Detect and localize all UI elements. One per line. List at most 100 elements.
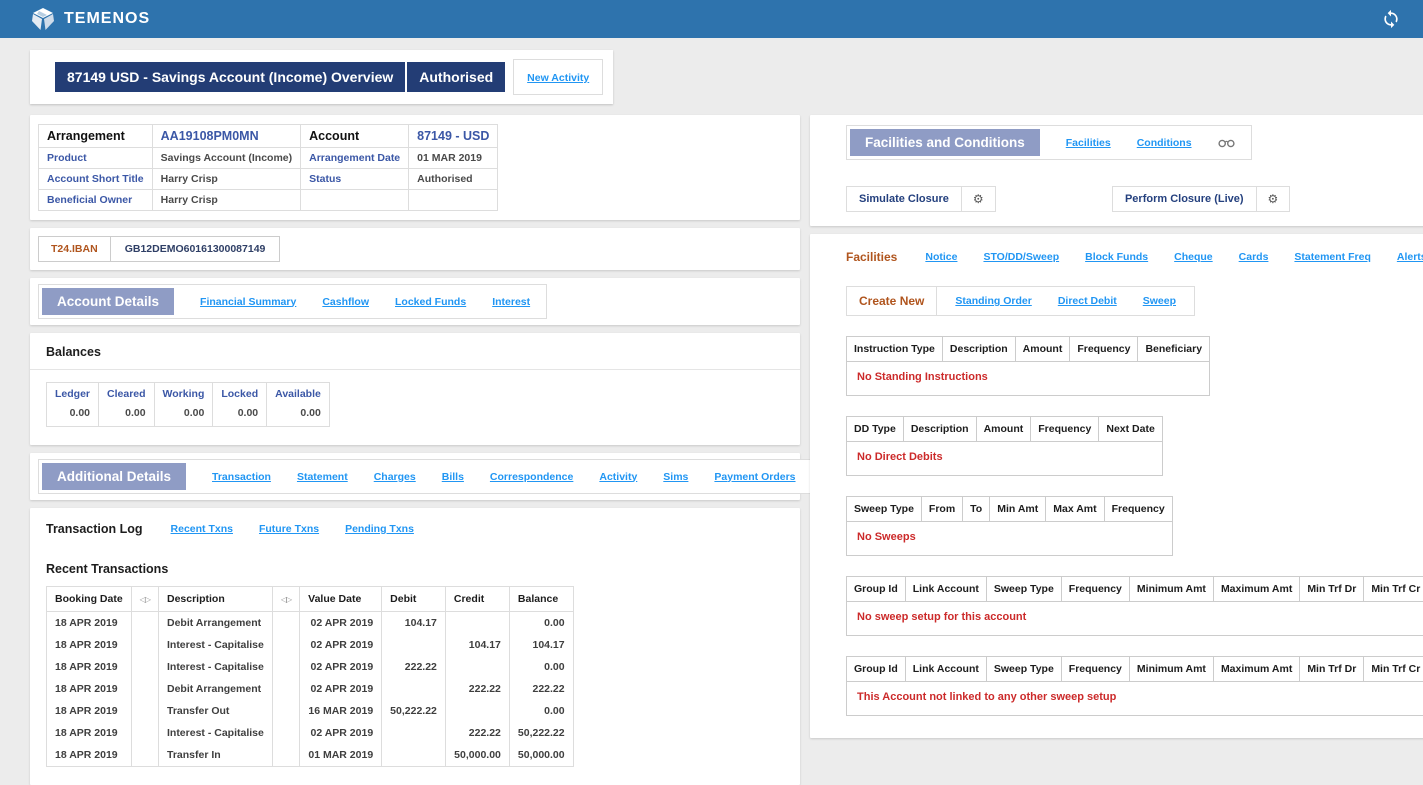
txn-debit [382,744,446,767]
arrangement-field-value: Harry Crisp [152,169,300,190]
column-resize-icon[interactable]: ◁▷ [131,587,158,612]
facility-col-header: Amount [1015,337,1070,362]
account-details-link-cashflow[interactable]: Cashflow [322,296,369,308]
facilities-links: Notice STO/DD/Sweep Block Funds Cheque Cards… [925,251,1423,263]
empty-message: No Standing Instructions [847,362,1210,396]
facility-link-notice[interactable]: Notice [925,251,957,263]
txn-description: Transfer In [158,744,272,767]
additional-details-tab-correspondence[interactable]: Correspondence [490,471,573,483]
facility-link-cards[interactable]: Cards [1239,251,1269,263]
txn-debit: 104.17 [382,612,446,635]
txn-filter-future-txns[interactable]: Future Txns [259,523,319,535]
panel-link-facilities[interactable]: Facilities [1066,137,1111,149]
facility-col-header: Link Account [905,577,986,602]
temenos-brand: TEMENOS [30,7,150,31]
account-details-link-locked-funds[interactable]: Locked Funds [395,296,466,308]
additional-details-tab-payment-orders[interactable]: Payment Orders [714,471,795,483]
facility-col-header: Beneficiary [1138,337,1210,362]
additional-details-tab-transaction[interactable]: Transaction [212,471,271,483]
facility-link-alerts[interactable]: Alerts [1397,251,1423,263]
txn-value-date: 02 APR 2019 [300,656,382,678]
top-header-bar: TEMENOS [0,0,1423,38]
account-details-header-box: Account Details Financial SummaryCashflo… [38,284,547,319]
divider [30,369,800,370]
additional-details-tab-sims[interactable]: Sims [663,471,688,483]
additional-details-header-box: Additional Details TransactionStatementC… [38,459,892,494]
panel-link-conditions[interactable]: Conditions [1137,137,1192,149]
facility-table-message-row: No Standing Instructions [847,362,1210,396]
create-new-link-direct-debit[interactable]: Direct Debit [1058,295,1117,307]
simulate-closure-button[interactable]: Simulate Closure ⚙ [846,186,996,212]
transactions-header-row: Booking Date◁▷Description◁▷Value DateDeb… [47,587,574,612]
facility-link-block-funds[interactable]: Block Funds [1085,251,1148,263]
additional-details-tab-charges[interactable]: Charges [374,471,416,483]
txn-col-header: Balance [509,587,573,612]
txn-filter-pending-txns[interactable]: Pending Txns [345,523,414,535]
gear-icon[interactable]: ⚙ [961,187,995,211]
empty-message: This Account not linked to any other swe… [847,682,1423,716]
txn-spacer [272,700,299,722]
additional-details-tab-activity[interactable]: Activity [599,471,637,483]
create-new-link-sweep[interactable]: Sweep [1143,295,1176,307]
txn-description: Debit Arrangement [158,612,272,635]
facility-col-header: Group Id [847,577,906,602]
facility-col-header: Min Trf Dr [1300,657,1364,682]
txn-spacer [131,678,158,700]
txn-spacer [272,612,299,635]
facility-tables: Instruction TypeDescriptionAmountFrequen… [846,336,1423,716]
txn-spacer [272,744,299,767]
column-resize-icon[interactable]: ◁▷ [272,587,299,612]
gear-icon[interactable]: ⚙ [1256,187,1290,211]
facility-col-header: Min Trf Dr [1300,577,1364,602]
facility-table-message-row: No Sweeps [847,522,1173,556]
binoculars-icon[interactable] [1218,137,1235,148]
account-details-link-financial-summary[interactable]: Financial Summary [200,296,296,308]
txn-spacer [131,722,158,744]
new-activity-link[interactable]: New Activity [527,72,589,84]
facility-table-message-row: This Account not linked to any other swe… [847,682,1423,716]
perform-closure-label: Perform Closure (Live) [1113,187,1256,211]
facility-link-sto-dd-sweep[interactable]: STO/DD/Sweep [983,251,1059,263]
transaction-log-links: Recent Txns Future Txns Pending Txns [171,523,414,535]
txn-spacer [131,634,158,656]
balances-column-header: Ledger [47,383,99,406]
additional-details-tab-bills[interactable]: Bills [442,471,464,483]
txn-description: Interest - Capitalise [158,722,272,744]
facility-link-cheque[interactable]: Cheque [1174,251,1213,263]
facility-table-message-row: No sweep setup for this account [847,602,1423,636]
create-new-link-standing-order[interactable]: Standing Order [955,295,1031,307]
transaction-row: 18 APR 2019Interest - Capitalise02 APR 2… [47,634,574,656]
txn-balance: 0.00 [509,700,573,722]
facility-col-header: Frequency [1061,657,1129,682]
perform-closure-button[interactable]: Perform Closure (Live) ⚙ [1112,186,1290,212]
facility-table-header-row: Instruction TypeDescriptionAmountFrequen… [847,337,1210,362]
balances-column-header: Available [267,383,330,406]
txn-credit: 104.17 [445,634,509,656]
additional-details-tab-statement[interactable]: Statement [297,471,348,483]
txn-filter-recent-txns[interactable]: Recent Txns [171,523,233,535]
arrangement-summary-card: ArrangementAA19108PM0MNAccount87149 - US… [30,115,800,220]
create-new-label: Create New [847,287,937,315]
txn-debit [382,722,446,744]
arrangement-field-label: Account [301,125,409,148]
facility-col-header: Next Date [1099,417,1162,442]
iban-box: T24.IBAN GB12DEMO60161300087149 [38,236,280,262]
balances-value: 0.00 [47,405,99,427]
facility-link-statement-freq[interactable]: Statement Freq [1294,251,1370,263]
facility-col-header: Link Account [905,657,986,682]
balances-heading: Balances [46,345,784,359]
txn-debit [382,634,446,656]
arrangement-field-value [409,190,498,211]
sync-refresh-icon[interactable] [1381,9,1401,29]
txn-booking-date: 18 APR 2019 [47,722,132,744]
account-details-link-interest[interactable]: Interest [492,296,530,308]
txn-balance: 0.00 [509,612,573,635]
arrangement-field-value: Harry Crisp [152,190,300,211]
arrangement-field-label: Status [301,169,409,190]
facility-table-no-direct-debits: DD TypeDescriptionAmountFrequencyNext Da… [846,416,1163,476]
arrangement-field-value: 01 MAR 2019 [409,148,498,169]
transaction-row: 18 APR 2019Transfer In01 MAR 201950,000.… [47,744,574,767]
transaction-log-card: Transaction Log Recent TxnsFuture TxnsPe… [30,508,800,785]
iban-value: GB12DEMO60161300087149 [111,237,280,261]
facility-col-header: Min Amt [990,497,1046,522]
